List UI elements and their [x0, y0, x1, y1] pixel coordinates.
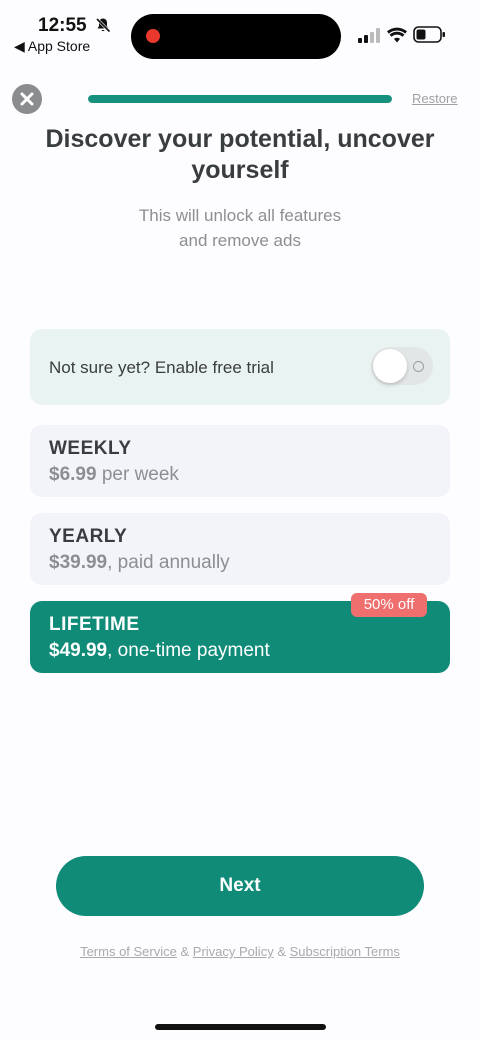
plan-price-amount: $6.99 [49, 464, 97, 485]
plan-option-weekly[interactable]: WEEKLY $6.99 per week [30, 425, 450, 497]
plan-name: WEEKLY [49, 438, 132, 459]
privacy-policy-link[interactable]: Privacy Policy [193, 944, 274, 959]
close-icon [20, 92, 34, 106]
back-to-app-store-link[interactable]: ◀ App Store [14, 38, 90, 55]
plan-price-period: per week [96, 464, 179, 485]
plan-name: LIFETIME [49, 614, 140, 635]
restore-link[interactable]: Restore [412, 91, 458, 106]
wifi-icon [387, 27, 407, 43]
next-button[interactable]: Next [56, 856, 424, 916]
subtitle-line-1: This will unlock all features [138, 206, 342, 225]
plan-price: $39.99, paid annually [49, 552, 230, 574]
page-title: Discover your potential, uncover yoursel… [45, 125, 435, 184]
bell-slash-icon [95, 17, 111, 33]
home-indicator [155, 1024, 326, 1030]
toggle-off-indicator [413, 361, 424, 372]
plan-price-period: , paid annually [107, 552, 230, 573]
cellular-signal-icon [358, 28, 380, 43]
legal-separator: & [176, 944, 193, 959]
terms-of-service-link[interactable]: Terms of Service [80, 944, 177, 959]
free-trial-label: Not sure yet? Enable free trial [49, 358, 274, 377]
subtitle-line-2: and remove ads [179, 231, 301, 250]
free-trial-toggle[interactable] [371, 347, 433, 385]
free-trial-card[interactable]: Not sure yet? Enable free trial [30, 329, 450, 405]
recording-indicator [146, 29, 160, 43]
close-button[interactable] [12, 84, 42, 114]
discount-badge: 50% off [351, 593, 427, 617]
legal-links: Terms of Service & Privacy Policy & Subs… [0, 944, 480, 959]
plan-price: $6.99 per week [49, 464, 179, 486]
subscription-terms-link[interactable]: Subscription Terms [290, 944, 400, 959]
plan-option-yearly[interactable]: YEARLY $39.99, paid annually [30, 513, 450, 585]
plan-name: YEARLY [49, 526, 128, 547]
legal-separator: & [273, 944, 290, 959]
progress-fill [88, 95, 392, 103]
plan-price-amount: $39.99 [49, 552, 108, 573]
status-time: 12:55 [38, 15, 87, 36]
plan-price-period: , one-time payment [107, 640, 270, 661]
toggle-knob [373, 349, 407, 383]
progress-bar [88, 95, 392, 103]
battery-icon [413, 26, 445, 43]
plan-price-amount: $49.99 [49, 640, 108, 661]
plan-price: $49.99, one-time payment [49, 640, 270, 662]
dynamic-island [131, 14, 341, 59]
page-subtitle: This will unlock all features and remove… [60, 203, 420, 253]
